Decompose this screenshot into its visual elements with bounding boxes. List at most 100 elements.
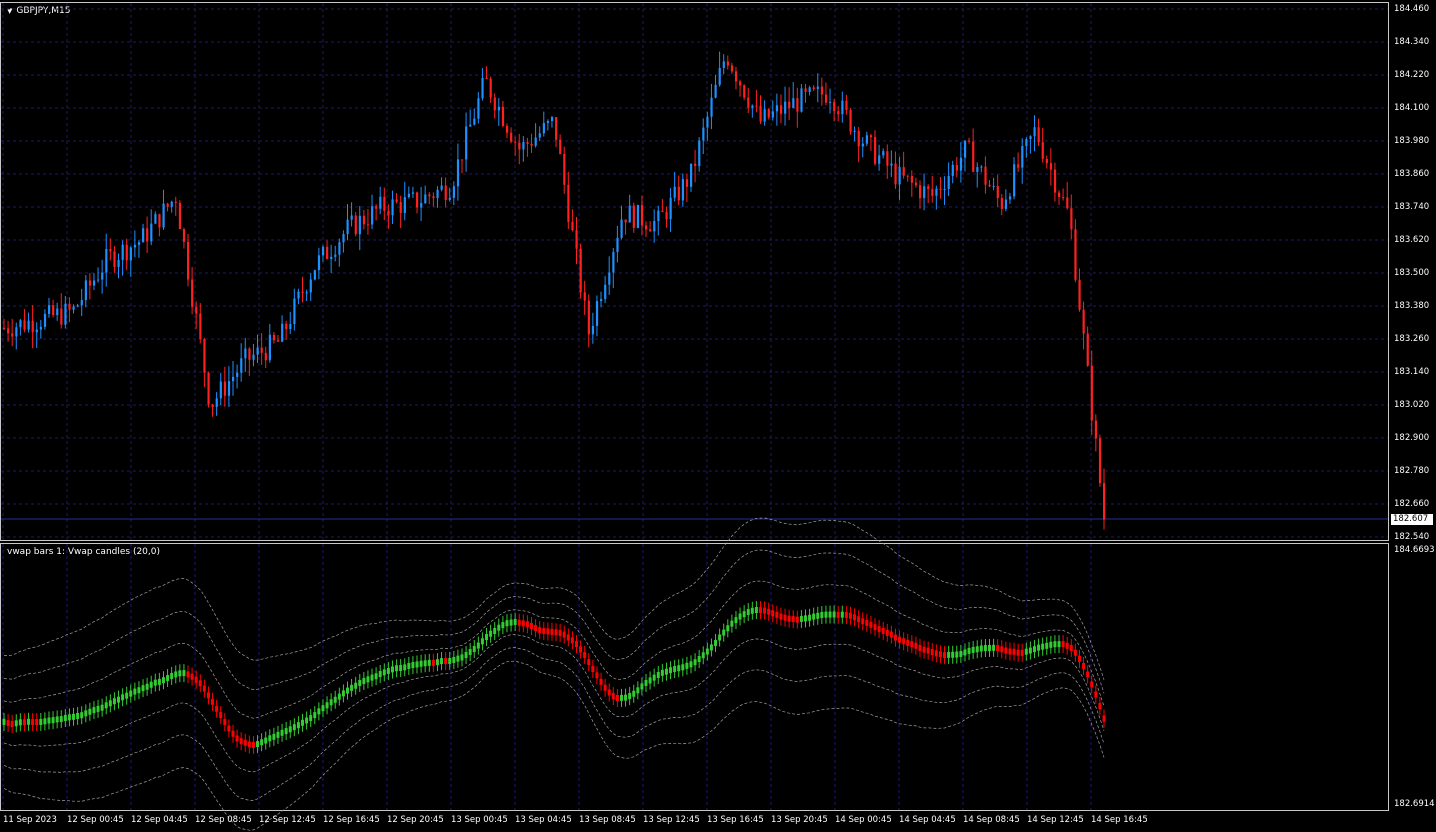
bear-candle <box>1045 158 1048 164</box>
vwap-candle <box>27 718 31 725</box>
bear-candle <box>759 105 762 122</box>
bear-candle <box>1053 169 1057 193</box>
bull-candle <box>542 122 545 134</box>
vwap-candle <box>153 679 157 686</box>
vwap-candle <box>1037 644 1041 651</box>
vwap-candle <box>681 664 685 671</box>
bull-candle <box>297 291 300 299</box>
bear-candle <box>587 300 590 335</box>
vwap-candle <box>423 660 427 667</box>
bear-candle <box>927 186 930 190</box>
vwap-candle <box>399 665 403 672</box>
bull-candle <box>330 256 333 260</box>
bull-candle <box>101 272 104 280</box>
vwap-candle <box>276 731 280 738</box>
vwap-candle <box>2 718 6 725</box>
bear-candle <box>23 320 26 330</box>
bull-candle <box>469 124 472 127</box>
bull-candle <box>657 210 660 221</box>
vwap-candle <box>820 611 824 618</box>
bull-candle <box>293 298 296 325</box>
vwap-candle <box>1086 671 1090 678</box>
vwap-candle <box>31 718 35 725</box>
vwap-candle <box>370 674 374 681</box>
bull-candle <box>1013 164 1016 197</box>
bear-candle <box>125 244 128 261</box>
price-scale[interactable]: 184.460 184.340 184.220 184.100 183.980 183.8… <box>1389 0 1436 542</box>
bull-candle <box>27 320 30 330</box>
vwap-candle <box>546 628 550 635</box>
bull-candle <box>256 347 259 355</box>
vwap-candle <box>857 616 861 623</box>
vwap-candle <box>309 715 313 722</box>
bull-candle <box>334 254 337 257</box>
vwap-candle <box>415 661 419 668</box>
bull-candle <box>154 214 157 224</box>
bear-candle <box>505 125 509 133</box>
bull-candle <box>959 157 963 171</box>
bull-candle <box>162 203 165 228</box>
time-axis-label: 13 Sep 04:45 <box>515 815 572 825</box>
bull-candle <box>231 376 235 382</box>
bear-candle <box>399 201 402 213</box>
vwap-candle <box>628 693 632 700</box>
vwap-candle <box>865 619 869 626</box>
bear-candle <box>174 201 177 203</box>
vwap-candle <box>910 641 914 648</box>
price-scale-label: 183.860 <box>1394 169 1430 179</box>
bear-candle <box>3 328 6 329</box>
bear-candle <box>395 199 398 202</box>
vwap-candle <box>951 651 955 658</box>
bear-candle <box>272 334 276 341</box>
vwap-candle <box>955 651 959 658</box>
vwap-band-line <box>3 549 1105 694</box>
vwap-candle <box>161 677 165 684</box>
vwap-candle <box>427 659 431 666</box>
vwap-candle <box>202 685 206 692</box>
bull-candle <box>129 247 132 261</box>
bull-candle <box>935 188 938 196</box>
bull-candle <box>841 100 844 115</box>
vwap-candle <box>35 719 39 726</box>
vwap-candle <box>889 631 893 638</box>
bull-candle <box>121 244 124 260</box>
vwap-candle <box>468 649 472 656</box>
bull-candle <box>816 86 819 89</box>
bear-candle <box>366 224 370 226</box>
vwap-candle <box>489 630 493 637</box>
vwap-candle <box>718 634 722 641</box>
vwap-candle <box>1016 649 1020 656</box>
indicator-scale[interactable]: 184.6693 182.6914 <box>1389 543 1436 811</box>
vwap-candle <box>206 692 210 699</box>
vwap-candle <box>39 718 43 725</box>
vwap-candle <box>771 610 775 617</box>
vwap-candle <box>783 614 787 621</box>
vwap-candle <box>1053 641 1057 648</box>
vwap-candle <box>607 689 611 696</box>
vwap-candle <box>550 628 554 635</box>
bull-candle <box>56 308 59 316</box>
bull-candle <box>882 151 885 156</box>
vwap-candle <box>166 675 170 682</box>
bull-candle <box>309 279 312 293</box>
bull-candle <box>878 155 881 164</box>
vwap-candle <box>497 624 501 631</box>
price-scale-label: 183.380 <box>1394 301 1430 311</box>
vwap-candle <box>898 636 902 643</box>
vwap-candle <box>256 741 260 748</box>
vwap-candle <box>1045 642 1049 649</box>
vwap-candle <box>288 726 292 733</box>
chart-canvas[interactable] <box>0 0 1389 832</box>
vwap-candle <box>656 672 660 679</box>
bear-candle <box>1074 229 1077 280</box>
bull-candle <box>689 163 693 187</box>
vwap-candle <box>14 720 18 727</box>
time-axis-label: 14 Sep 12:45 <box>1027 815 1084 825</box>
vwap-candle <box>873 624 877 631</box>
bull-candle <box>436 189 439 199</box>
vwap-candle <box>211 698 215 705</box>
bear-candle <box>526 142 529 144</box>
bear-candle <box>767 109 770 118</box>
bear-candle <box>199 313 202 340</box>
vwap-candle <box>1004 647 1008 654</box>
